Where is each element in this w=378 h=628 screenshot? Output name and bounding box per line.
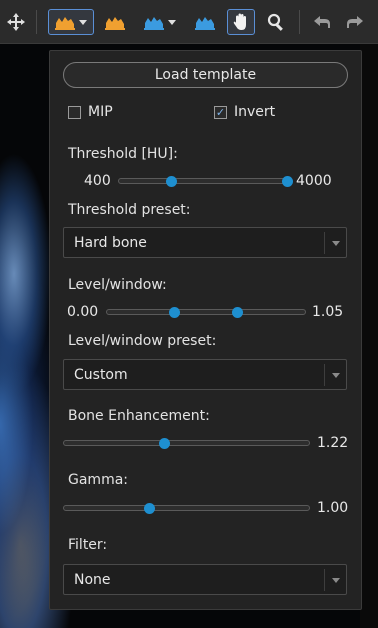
level-window-label: Level/window: [68, 277, 167, 293]
chevron-down-icon[interactable] [324, 232, 346, 254]
filter-select[interactable]: None [63, 564, 347, 595]
viewport-margin [360, 44, 378, 628]
mip-checkbox[interactable]: MIP [68, 104, 113, 120]
threshold-high-handle[interactable] [281, 175, 293, 187]
pan-tool-button[interactable] [227, 9, 255, 35]
zoom-button[interactable] [263, 9, 289, 35]
bone-enhancement-label: Bone Enhancement: [68, 408, 210, 424]
gamma-handle[interactable] [144, 502, 156, 514]
level-window-low-handle[interactable] [168, 306, 180, 318]
level-window-preset-label: Level/window preset: [68, 333, 217, 349]
histogram-orange-icon [105, 17, 125, 30]
threshold-min-value: 400 [84, 173, 111, 189]
filter-value: None [74, 571, 111, 588]
volume-render-orange-dropdown-button[interactable] [48, 9, 94, 35]
threshold-preset-select[interactable]: Hard bone [63, 227, 347, 258]
level-window-high-handle[interactable] [232, 306, 244, 318]
chevron-down-icon [168, 19, 176, 25]
undo-button[interactable] [309, 9, 335, 35]
undo-icon [314, 16, 330, 28]
filter-label: Filter: [68, 537, 108, 553]
toolbar-separator [299, 10, 300, 34]
threshold-low-handle[interactable] [165, 175, 177, 187]
bone-enhancement-value: 1.22 [317, 435, 349, 451]
chevron-down-icon[interactable] [324, 364, 346, 386]
move-icon[interactable] [4, 9, 28, 35]
redo-button[interactable] [342, 9, 368, 35]
level-window-max-value: 1.05 [312, 304, 344, 320]
histogram-orange-icon [55, 17, 75, 30]
volume-render-blue-button[interactable] [192, 9, 218, 35]
threshold-label: Threshold [HU]: [68, 146, 178, 162]
redo-icon [347, 16, 363, 28]
volume-rendering-settings-panel: Load template MIP ✓ Invert Threshold [HU… [49, 50, 362, 610]
volume-render-blue-dropdown-button[interactable] [138, 9, 182, 35]
chevron-down-icon[interactable] [324, 569, 346, 591]
gamma-value: 1.00 [317, 500, 349, 516]
mip-label: MIP [88, 104, 113, 120]
hand-pan-icon [233, 13, 246, 30]
invert-checkbox[interactable]: ✓ Invert [214, 104, 275, 120]
threshold-range-slider[interactable] [118, 175, 293, 187]
zoom-icon [267, 13, 283, 31]
gamma-slider[interactable] [63, 502, 310, 514]
level-window-preset-select[interactable]: Custom [63, 359, 347, 390]
gamma-label: Gamma: [68, 472, 128, 488]
bone-enhancement-handle[interactable] [158, 437, 170, 449]
level-window-range-slider[interactable] [106, 306, 306, 318]
histogram-blue-icon [195, 17, 215, 30]
invert-checkbox-box[interactable]: ✓ [214, 105, 227, 119]
level-window-min-value: 0.00 [67, 304, 99, 320]
histogram-blue-icon [144, 17, 164, 30]
checkmark-icon: ✓ [215, 105, 226, 119]
mip-checkbox-box[interactable] [68, 105, 81, 119]
invert-label: Invert [234, 104, 276, 120]
chevron-down-icon [79, 19, 87, 25]
threshold-preset-label: Threshold preset: [68, 202, 191, 218]
volume-render-orange-button[interactable] [102, 9, 128, 35]
threshold-max-value: 4000 [296, 173, 332, 189]
level-window-preset-value: Custom [74, 366, 128, 383]
threshold-preset-value: Hard bone [74, 234, 147, 251]
toolbar [0, 0, 378, 44]
bone-enhancement-slider[interactable] [63, 437, 310, 449]
load-template-button[interactable]: Load template [63, 62, 348, 88]
toolbar-separator [36, 10, 37, 34]
